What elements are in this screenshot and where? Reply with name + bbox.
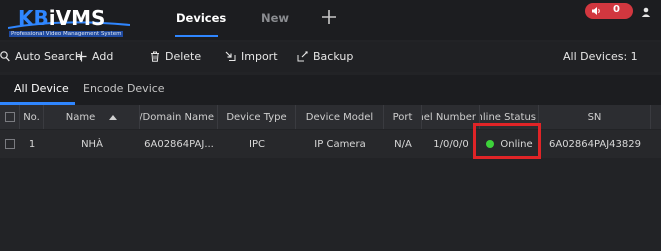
select-all-checkbox-cell[interactable] bbox=[0, 105, 20, 129]
device-toolbar: Auto Search Add Delete Import Backup All… bbox=[0, 42, 661, 72]
cell-device-type: IPC bbox=[249, 138, 265, 150]
header-sn[interactable]: SN bbox=[539, 105, 651, 129]
app-logo: KBiVMS Professional Video Management Sys… bbox=[8, 5, 138, 37]
delete-button[interactable]: Delete bbox=[150, 50, 201, 63]
logo-subtitle: Professional Video Management System bbox=[9, 31, 124, 37]
table-header: No. Name IP/Domain Name Device Type Devi… bbox=[0, 105, 661, 129]
tab-all-device[interactable]: All Device bbox=[14, 82, 69, 95]
online-status-highlight-box bbox=[473, 123, 541, 159]
sort-asc-icon bbox=[109, 114, 118, 120]
header-device-type[interactable]: Device Type bbox=[218, 105, 296, 129]
header-device-model[interactable]: Device Model bbox=[296, 105, 384, 129]
backup-button[interactable]: Backup bbox=[297, 50, 353, 63]
add-tab-icon[interactable] bbox=[320, 8, 338, 28]
user-icon[interactable] bbox=[641, 7, 651, 17]
all-devices-count: All Devices: 1 bbox=[563, 50, 638, 63]
select-all-checkbox[interactable] bbox=[4, 112, 15, 122]
speaker-icon bbox=[592, 7, 600, 15]
top-bar: KBiVMS Professional Video Management Sys… bbox=[0, 0, 661, 40]
tab-devices-underline bbox=[175, 35, 218, 37]
cell-port: N/A bbox=[394, 138, 412, 150]
header-ip[interactable]: IP/Domain Name bbox=[140, 105, 218, 129]
plus-icon bbox=[76, 51, 87, 62]
trash-icon bbox=[151, 51, 159, 62]
add-button[interactable]: Add bbox=[76, 50, 113, 63]
device-subtabs: All Device Encode Device bbox=[0, 75, 661, 105]
search-icon bbox=[0, 51, 10, 62]
row-checkbox[interactable] bbox=[5, 139, 15, 149]
header-channel-number[interactable]: Channel Number bbox=[422, 105, 480, 129]
alarm-count: 0 bbox=[613, 4, 620, 15]
import-button[interactable]: Import bbox=[225, 50, 278, 63]
backup-icon bbox=[297, 51, 308, 62]
header-port[interactable]: Port bbox=[384, 105, 422, 129]
tab-devices[interactable]: Devices bbox=[176, 11, 226, 25]
tab-new[interactable]: New bbox=[261, 11, 289, 25]
import-icon bbox=[225, 51, 236, 61]
logo-text: KBiVMS bbox=[18, 6, 106, 30]
cell-sn: 6A02864PAJ43829 bbox=[548, 138, 641, 150]
header-no[interactable]: No. bbox=[20, 105, 44, 129]
row-checkbox-cell[interactable] bbox=[0, 130, 20, 158]
table-row[interactable]: 1 NHÀ 6A02864PAJ... IPC IP Camera N/A 1/… bbox=[0, 130, 661, 158]
cell-channel-number: 1/0/0/0 bbox=[433, 138, 469, 150]
tab-encode-device[interactable]: Encode Device bbox=[83, 82, 165, 95]
cell-name: NHÀ bbox=[81, 138, 103, 150]
auto-search-button[interactable]: Auto Search bbox=[0, 50, 82, 63]
alarm-button[interactable]: 0 bbox=[585, 3, 633, 19]
cell-no: 1 bbox=[28, 138, 36, 150]
cell-ip: 6A02864PAJ... bbox=[144, 138, 214, 150]
header-name[interactable]: Name bbox=[44, 105, 140, 129]
cell-device-model: IP Camera bbox=[314, 138, 366, 150]
